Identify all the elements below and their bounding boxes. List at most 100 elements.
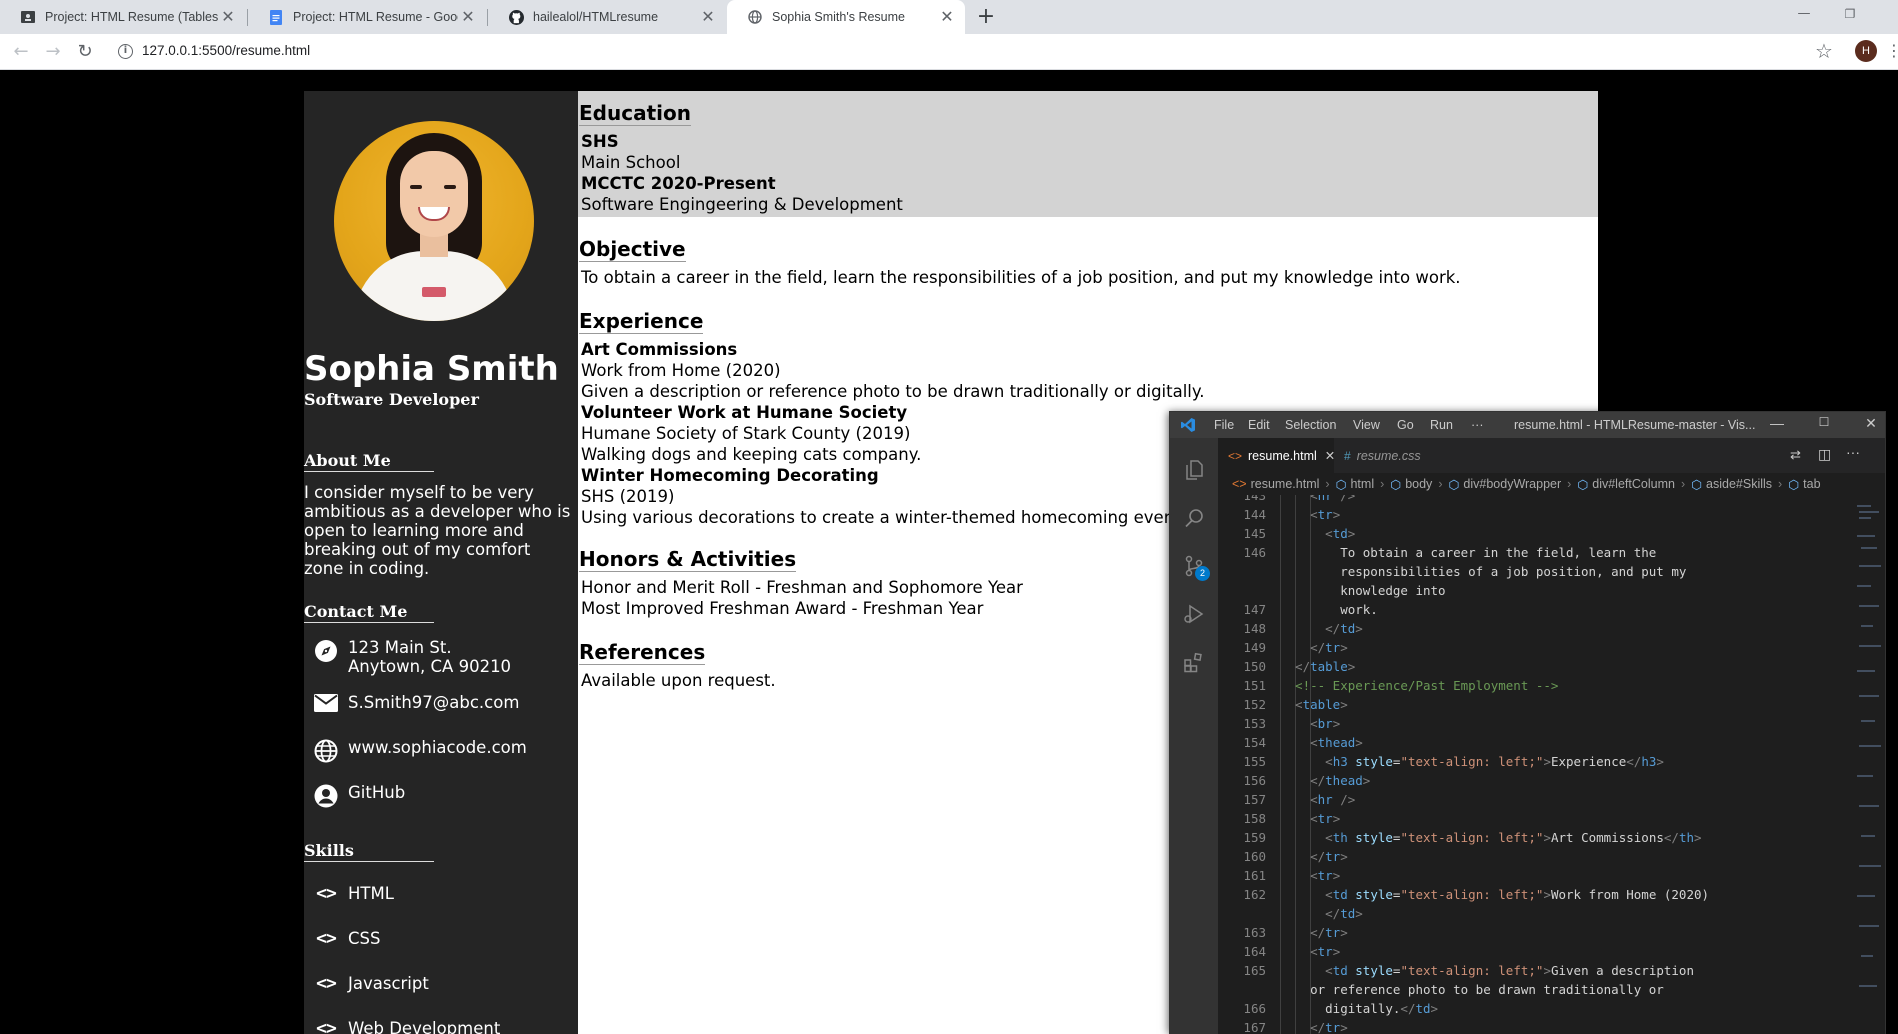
code-editor[interactable]: 143 144 145 146 147 148 149 150 151 152 153 154 155 1…: [1218, 495, 1885, 1034]
browser-tab[interactable]: Project: HTML Resume - Google Do ✕: [248, 0, 486, 34]
references-text: Available upon request.: [581, 671, 776, 690]
line-number: 155: [1243, 754, 1266, 769]
close-tab-icon[interactable]: ✕: [218, 7, 238, 27]
profile-photo: [334, 121, 534, 321]
vscode-editor-tabs: <> resume.html ✕ # resume.css ⇄ ◫ ···: [1218, 438, 1885, 473]
search-icon[interactable]: [1182, 506, 1206, 530]
about-heading: About Me: [304, 451, 434, 472]
line-number: 150: [1243, 659, 1266, 674]
breadcrumb-item[interactable]: div#leftColumn: [1592, 477, 1675, 491]
code-icon: <>: [316, 973, 337, 994]
education-detail: Main School: [581, 153, 681, 172]
skills-heading: Skills: [304, 841, 434, 862]
minimize-icon[interactable]: —: [1784, 0, 1824, 30]
line-number: 159: [1243, 830, 1266, 845]
line-number: 166: [1243, 1001, 1266, 1016]
close-tab-icon[interactable]: ✕: [458, 7, 478, 27]
line-number: 146: [1243, 545, 1266, 560]
envelope-icon: [304, 693, 348, 712]
site-info-icon[interactable]: i: [118, 44, 133, 59]
extensions-icon[interactable]: [1182, 650, 1206, 674]
editor-tab-resume-html[interactable]: <> resume.html ✕: [1218, 438, 1335, 473]
line-number: 144: [1243, 507, 1266, 522]
contact-website[interactable]: www.sophiacode.com: [304, 738, 527, 763]
breadcrumb-item[interactable]: tab: [1803, 477, 1820, 491]
menu-edit[interactable]: Edit: [1248, 418, 1270, 432]
line-number: 148: [1243, 621, 1266, 636]
vscode-window: File Edit Selection View Go Run ··· resu…: [1170, 412, 1885, 1034]
bookmark-star-icon[interactable]: ☆: [1815, 39, 1833, 63]
classroom-icon: [20, 9, 36, 25]
breadcrumb-item[interactable]: html: [1350, 477, 1374, 491]
breadcrumb: <> resume.html › ⬡ html › ⬡ body › ⬡ div…: [1218, 473, 1885, 495]
element-icon: ⬡: [1577, 477, 1589, 492]
forward-icon[interactable]: →: [40, 39, 66, 65]
close-tab-icon[interactable]: ✕: [698, 7, 718, 27]
menu-selection[interactable]: Selection: [1285, 418, 1336, 432]
menu-go[interactable]: Go: [1397, 418, 1414, 432]
profile-avatar[interactable]: H: [1855, 40, 1877, 62]
browser-menu-icon[interactable]: ⋮: [1886, 41, 1898, 60]
line-number: 149: [1243, 640, 1266, 655]
experience-place: SHS (2019): [581, 487, 675, 506]
close-icon[interactable]: ✕: [1856, 415, 1885, 432]
run-debug-icon[interactable]: [1182, 602, 1206, 626]
new-tab-button[interactable]: +: [972, 4, 1000, 30]
line-number: 152: [1243, 697, 1266, 712]
experience-place: Humane Society of Stark County (2019): [581, 424, 911, 443]
html-file-icon: <>: [1228, 448, 1243, 463]
explorer-icon[interactable]: [1182, 458, 1206, 482]
line-number: 143: [1243, 495, 1266, 503]
globe-icon: [747, 9, 763, 25]
contact-email[interactable]: S.Smith97@abc.com: [304, 693, 519, 712]
browser-tab[interactable]: Project: HTML Resume (Tables) ✕: [0, 0, 246, 34]
line-number: 153: [1243, 716, 1266, 731]
contact-address: 123 Main St. Anytown, CA 90210: [304, 638, 511, 676]
user-circle-icon: [304, 783, 348, 808]
menu-file[interactable]: File: [1214, 418, 1234, 432]
close-tab-icon[interactable]: ✕: [937, 7, 957, 27]
address-bar[interactable]: 127.0.0.1:5500/resume.html: [142, 43, 310, 58]
more-actions-icon[interactable]: ···: [1846, 444, 1860, 460]
contact-github[interactable]: GitHub: [304, 783, 405, 808]
reload-icon[interactable]: ↻: [72, 39, 98, 65]
browser-tab-active[interactable]: Sophia Smith's Resume ✕: [727, 0, 965, 34]
breadcrumb-item[interactable]: body: [1405, 477, 1432, 491]
restore-icon[interactable]: ❐: [1830, 0, 1870, 30]
resume-name: Sophia Smith: [304, 349, 559, 389]
line-number: 154: [1243, 735, 1266, 750]
resume-left-column: Sophia Smith Software Developer About Me…: [304, 91, 578, 1034]
line-number: 165: [1243, 963, 1266, 978]
experience-desc: Walking dogs and keeping cats company.: [581, 445, 922, 464]
maximize-icon[interactable]: ☐: [1809, 415, 1839, 429]
skill-item: <> CSS: [304, 928, 380, 949]
compass-icon: [304, 638, 348, 663]
editor-tab-resume-css[interactable]: # resume.css: [1334, 438, 1444, 473]
html-file-icon: <>: [1232, 477, 1247, 491]
menu-more[interactable]: ···: [1471, 418, 1484, 432]
breadcrumb-item[interactable]: div#bodyWrapper: [1463, 477, 1561, 491]
menu-view[interactable]: View: [1353, 418, 1380, 432]
browser-tab-bar: Project: HTML Resume (Tables) ✕ Project:…: [0, 0, 1898, 34]
website-text: www.sophiacode.com: [348, 738, 527, 757]
line-number: 167: [1243, 1020, 1266, 1034]
compare-changes-icon[interactable]: ⇄: [1790, 447, 1801, 463]
line-number: 147: [1243, 602, 1266, 617]
element-icon: ⬡: [1788, 477, 1800, 492]
line-number: 157: [1243, 792, 1266, 807]
breadcrumb-item[interactable]: aside#Skills: [1706, 477, 1772, 491]
education-school: MCCTC 2020-Present: [581, 174, 776, 193]
github-text: GitHub: [348, 783, 406, 802]
line-number: 161: [1243, 868, 1266, 883]
menu-run[interactable]: Run: [1430, 418, 1453, 432]
back-icon[interactable]: ←: [8, 39, 34, 65]
browser-tab[interactable]: hailealol/HTMLresume ✕: [488, 0, 726, 34]
tab-title: hailealol/HTMLresume: [533, 10, 659, 24]
breadcrumb-item[interactable]: resume.html: [1251, 477, 1320, 491]
split-editor-icon[interactable]: ◫: [1818, 446, 1831, 463]
minimize-icon[interactable]: —: [1762, 415, 1792, 431]
references-heading: References: [579, 640, 706, 665]
minimap[interactable]: [1853, 495, 1885, 1034]
source-control-icon[interactable]: 2: [1182, 554, 1210, 581]
scm-badge: 2: [1195, 566, 1210, 581]
